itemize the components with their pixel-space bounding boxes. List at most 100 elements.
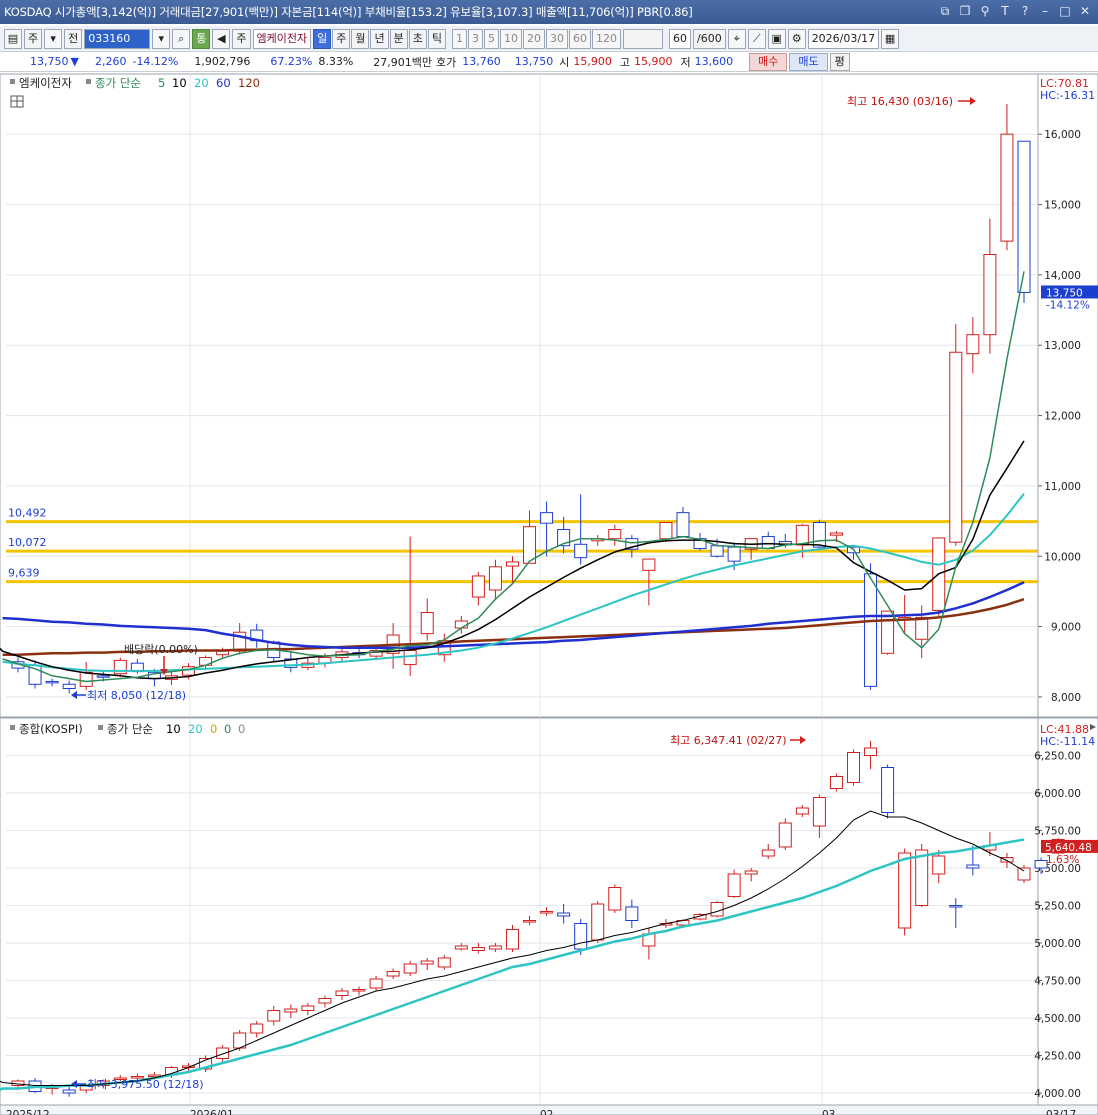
p2-candle-body (761, 849, 775, 857)
p2-candle-body (540, 911, 554, 914)
p1-candle-body (574, 543, 588, 559)
support-line-label: 10,072 (8, 536, 47, 549)
p1-candle-body (471, 575, 485, 598)
minimize-icon[interactable]: – (1038, 3, 1052, 19)
maximize-icon[interactable]: □ (1058, 3, 1072, 19)
tong-button[interactable]: 통 (192, 28, 211, 49)
chevron-down-icon[interactable]: ▾ (44, 28, 63, 49)
tab-tick-10[interactable]: 10 (499, 28, 522, 49)
panel1-ma-period: 20 (194, 76, 209, 90)
p2-candle-body (386, 971, 400, 977)
avg-button[interactable]: 평 (829, 52, 850, 71)
period-tabs: 일주월년분초틱 (313, 28, 446, 49)
p2-candle-body (523, 920, 537, 923)
crosshair-icon[interactable]: ⌖ (727, 28, 746, 49)
p1-candle-body (96, 675, 110, 678)
tab-period-1[interactable]: 주 (332, 28, 351, 49)
tab-period-3[interactable]: 년 (370, 28, 389, 49)
tab-tick-60[interactable]: 60 (568, 28, 591, 49)
close-icon[interactable]: ✕ (1078, 3, 1092, 19)
p2-candle-body (966, 864, 980, 869)
p2-ytick-label: 5,000.00 (1034, 938, 1081, 950)
p2-candle-body (301, 1005, 315, 1011)
p1-candle-body (949, 351, 963, 543)
restore-icon[interactable]: ⧉ (938, 3, 952, 19)
count-input[interactable]: 60 (668, 28, 691, 49)
panel2-ma-period: 0 (210, 722, 217, 736)
panel2-ma-period: 10 (166, 722, 181, 736)
p1-candle-body (761, 536, 775, 550)
line-tool-icon[interactable]: ⟋ (747, 28, 766, 49)
window-controls: ⧉ ❐ ⚲ T? – □ ✕ (938, 3, 1092, 19)
tab-tick-3[interactable]: 3 (467, 28, 483, 49)
bid-label: 호가 (436, 55, 457, 69)
quote-bar: 13,750 ▼ 2,260 -14.12% 1,902,796 67.23% … (0, 52, 1098, 72)
p1-candle-body (1017, 140, 1031, 293)
copy-icon[interactable]: ❐ (958, 3, 972, 19)
buy-button[interactable]: 매수 (749, 52, 788, 71)
p2-candle-body (846, 752, 860, 783)
p1-candle-body (795, 524, 809, 546)
legend-square-icon (98, 725, 103, 730)
p1-ytick-label: 11,000 (1044, 481, 1081, 493)
panel2-ma-period: 20 (188, 722, 203, 736)
tab-period-2[interactable]: 월 (351, 28, 370, 49)
quote-change-pct: -14.12% (132, 55, 179, 68)
sell-button[interactable]: 매도 (789, 52, 828, 71)
p2-candle-body (932, 855, 946, 875)
tab-period-6[interactable]: 틱 (427, 28, 446, 49)
tab-tick-5[interactable]: 5 (483, 28, 499, 49)
tab-tick-1[interactable]: 1 (451, 28, 467, 49)
market-select[interactable]: 주 (24, 28, 43, 49)
layout-icon[interactable]: ▤ (4, 28, 22, 49)
pin-icon[interactable]: ⚲ (978, 3, 992, 19)
text-icon[interactable]: T (998, 3, 1012, 19)
chart-area[interactable]: 16,000 15,000 14,000 13,000 12,000 11,000 10,0… (0, 72, 1098, 1115)
p2-candle-body (471, 947, 485, 951)
code-input[interactable]: 033160 (84, 28, 151, 49)
exchange-select[interactable]: 전 (64, 28, 83, 49)
low-label: 저 (680, 55, 691, 69)
tab-period-4[interactable]: 분 (389, 28, 408, 49)
panel2-hc: HC:-11.14 (1040, 735, 1095, 748)
tab-tick-120[interactable]: 120 (591, 28, 621, 49)
p1-candle-body (659, 521, 673, 540)
quote-open: 15,900 (573, 55, 612, 68)
p2-candle-body (437, 957, 451, 968)
save-icon[interactable]: ▣ (767, 28, 786, 49)
search-icon[interactable]: ⌕ (172, 28, 191, 49)
panel1-change-text: -14.12% (1046, 299, 1090, 311)
p2-candle-body (488, 945, 502, 950)
panel1-price-text: 13,750 (1046, 287, 1083, 299)
xaxis-label: 2026/01 (190, 1109, 234, 1115)
p2-candle-body (267, 1010, 281, 1022)
panel2-ma-period: 0 (238, 722, 245, 736)
panel2-change-text: 1.63% (1046, 854, 1079, 866)
date-input[interactable]: 2026/03/17 (807, 28, 880, 49)
quote-volume: 1,902,796 (194, 55, 251, 68)
p1-candle-body (608, 529, 622, 540)
p2-candle-body (864, 747, 878, 756)
p2-candle-body (352, 989, 366, 992)
code-dropdown-icon[interactable]: ▾ (152, 28, 171, 49)
p1-candle-body (505, 561, 519, 567)
speaker-icon[interactable]: ◀ (212, 28, 231, 49)
p1-candle-body (523, 526, 537, 564)
gear-icon[interactable]: ⚙ (787, 28, 806, 49)
quote-low: 13,600 (694, 55, 734, 68)
tab-tick-30[interactable]: 30 (545, 28, 568, 49)
help-icon[interactable]: ? (1018, 3, 1032, 19)
calendar-icon[interactable]: ▦ (881, 28, 900, 49)
ju-badge: 주 (232, 28, 251, 49)
tab-period-5[interactable]: 초 (408, 28, 427, 49)
tab-tick-20[interactable]: 20 (522, 28, 545, 49)
p2-candle-body (881, 767, 895, 813)
p2-ytick-label: 4,250.00 (1034, 1051, 1081, 1063)
p2-candle-body (625, 906, 639, 921)
panel2-ma-title: 종가 단순 (107, 722, 153, 736)
tick-input[interactable] (622, 28, 663, 49)
p2-candle-body (795, 807, 809, 815)
tab-period-0[interactable]: 일 (313, 28, 332, 49)
quote-price: 13,750 (30, 55, 69, 68)
quote-bid: 13,760 (462, 55, 501, 68)
